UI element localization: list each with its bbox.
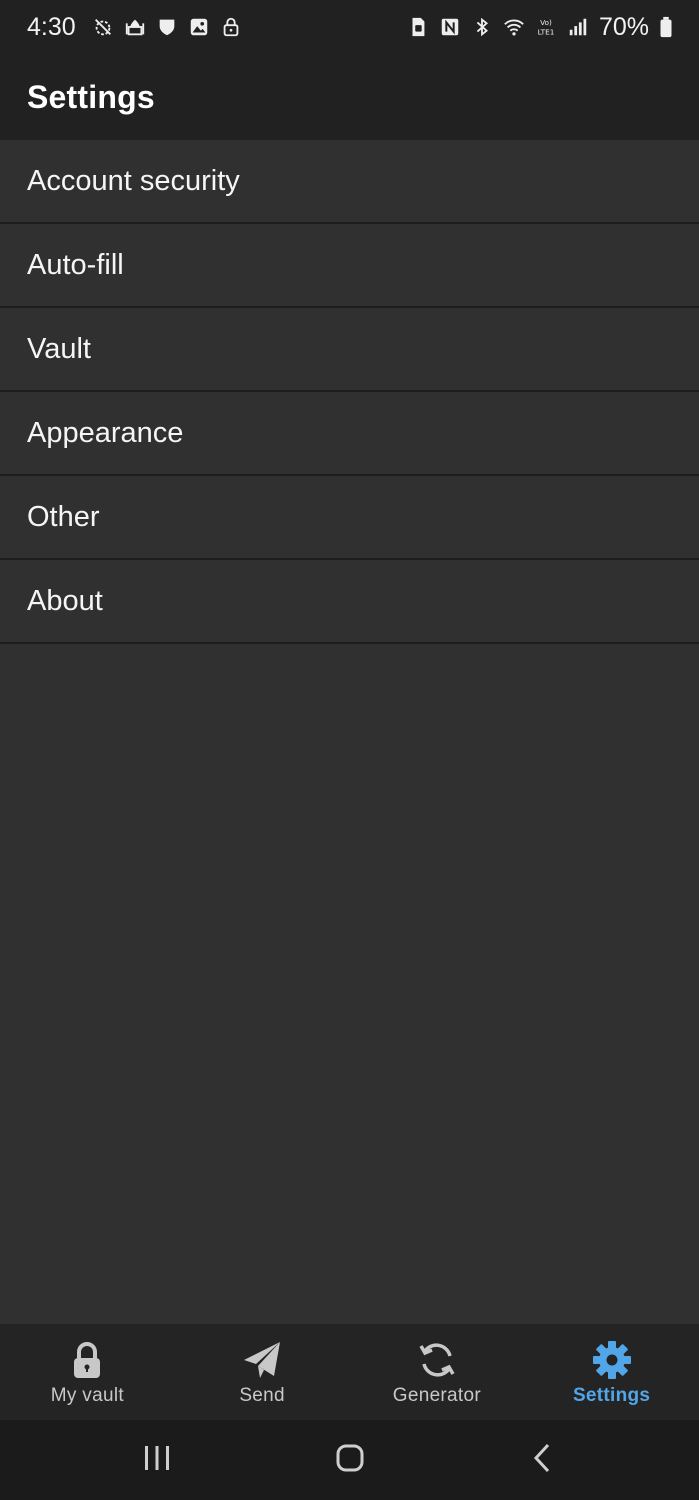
battery-icon	[659, 16, 673, 38]
nfc-icon	[439, 16, 461, 38]
settings-item-label: Auto-fill	[27, 248, 124, 281]
settings-item-label: Appearance	[27, 416, 184, 449]
status-time: 4:30	[27, 12, 76, 41]
volte-icon: Vo) LTE1	[535, 16, 557, 38]
settings-item-about[interactable]: About	[0, 560, 699, 644]
home-icon	[330, 1438, 370, 1483]
settings-item-label: About	[27, 584, 103, 617]
lock-icon	[220, 16, 242, 38]
nav-tab-my-vault[interactable]: My vault	[0, 1324, 175, 1420]
svg-text:Vo): Vo)	[540, 18, 552, 27]
nav-tab-generator[interactable]: Generator	[350, 1324, 525, 1420]
nav-tab-settings[interactable]: Settings	[524, 1324, 699, 1420]
alarm-off-icon	[92, 16, 114, 38]
status-bar-left: 4:30	[27, 13, 242, 42]
bluetooth-icon	[471, 16, 493, 38]
home-button[interactable]	[320, 1430, 380, 1490]
back-button[interactable]	[513, 1430, 573, 1490]
send-icon	[238, 1337, 286, 1383]
signal-icon	[567, 16, 589, 38]
settings-item-label: Account security	[27, 164, 240, 197]
nav-tab-label: Send	[239, 1385, 285, 1406]
status-bar: 4:30 Vo) LTE1 70%	[0, 0, 699, 54]
wifi-icon	[503, 16, 525, 38]
status-bar-right: Vo) LTE1 70%	[407, 13, 673, 42]
sim-icon	[407, 16, 429, 38]
settings-item-label: Vault	[27, 332, 91, 365]
app-bar: Settings	[0, 54, 699, 140]
recents-icon	[137, 1438, 177, 1483]
settings-item-account-security[interactable]: Account security	[0, 140, 699, 224]
recents-button[interactable]	[127, 1430, 187, 1490]
settings-item-appearance[interactable]: Appearance	[0, 392, 699, 476]
nav-tab-label: My vault	[50, 1385, 124, 1406]
page-title: Settings	[27, 78, 155, 115]
settings-item-label: Other	[27, 500, 100, 533]
system-nav-bar	[0, 1420, 699, 1500]
bottom-nav: My vault Send Generator Settings	[0, 1324, 699, 1420]
lock-icon	[63, 1337, 111, 1383]
nav-tab-label: Generator	[392, 1385, 481, 1406]
shield-icon	[156, 16, 178, 38]
nav-tab-send[interactable]: Send	[175, 1324, 350, 1420]
battery-percent: 70%	[598, 12, 649, 41]
svg-text:LTE1: LTE1	[538, 27, 555, 36]
settings-list: Account security Auto-fill Vault Appeara…	[0, 140, 699, 644]
gear-icon	[588, 1337, 636, 1383]
settings-item-vault[interactable]: Vault	[0, 308, 699, 392]
back-icon	[523, 1438, 563, 1483]
mosque-icon	[124, 16, 146, 38]
settings-item-auto-fill[interactable]: Auto-fill	[0, 224, 699, 308]
settings-item-other[interactable]: Other	[0, 476, 699, 560]
nav-tab-label: Settings	[572, 1385, 651, 1406]
refresh-icon	[413, 1337, 461, 1383]
image-icon	[188, 16, 210, 38]
